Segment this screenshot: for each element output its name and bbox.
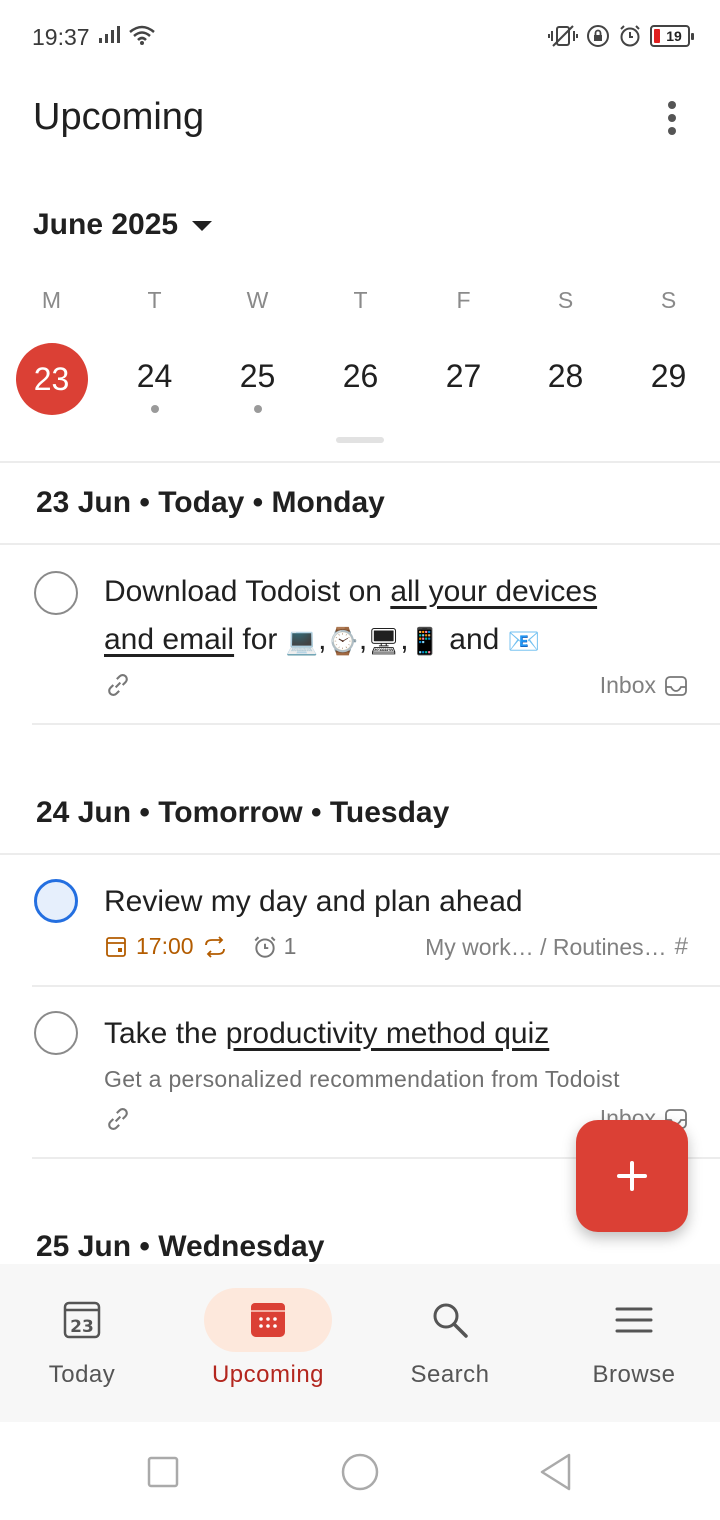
phone-icon: 📱	[408, 626, 441, 657]
task-title: Review my day and plan ahead	[104, 885, 523, 918]
rotation-lock-icon	[587, 25, 609, 47]
task-link[interactable]: productivity method quiz	[226, 1017, 550, 1050]
task-link[interactable]: all your devices	[390, 575, 597, 608]
project-tag: Inbox	[600, 672, 688, 699]
wifi-icon	[129, 25, 155, 45]
system-navigation-bar	[0, 1422, 720, 1520]
section-header-wednesday: 25 Jun • Wednesday	[36, 1230, 325, 1263]
day-saturday[interactable]: S 28	[514, 285, 617, 425]
nav-upcoming[interactable]: Upcoming	[178, 1264, 358, 1422]
task-indicator-dot	[253, 405, 262, 413]
add-task-button[interactable]	[576, 1120, 688, 1232]
task-description: Get a personalized recommendation from T…	[104, 1066, 620, 1092]
project-tag: My work… / Routines… #	[425, 933, 688, 960]
search-icon	[433, 1303, 468, 1338]
day-number-selected: 23	[15, 343, 88, 415]
day-tuesday[interactable]: T 24	[103, 285, 206, 425]
section-header-tomorrow: 24 Jun • Tomorrow • Tuesday	[36, 796, 450, 829]
laptop-icon: 💻	[285, 626, 319, 657]
upcoming-calendar-icon	[251, 1303, 285, 1337]
watch-icon: ⌚	[326, 626, 359, 657]
alarm-icon	[254, 936, 276, 958]
divider	[0, 461, 720, 463]
day-number: 24	[136, 357, 173, 394]
task-checkbox[interactable]	[34, 571, 78, 615]
bottom-navigation: 23 Today Upcoming Search Browse	[0, 1264, 720, 1422]
reminder-count: 1	[283, 933, 297, 959]
nav-search[interactable]: Search	[360, 1264, 540, 1422]
status-bar: 19:37 19	[0, 0, 720, 72]
nav-today[interactable]: 23 Today	[0, 1264, 172, 1422]
task-item[interactable]: Download Todoist on all your devices and …	[0, 545, 720, 723]
task-checkbox[interactable]	[34, 879, 78, 923]
alarm-icon	[620, 25, 640, 47]
day-wednesday[interactable]: W 25	[206, 285, 309, 425]
nav-label: Upcoming	[211, 1361, 325, 1388]
task-indicator-dot	[150, 405, 159, 413]
day-friday[interactable]: F 27	[412, 285, 515, 425]
menu-icon	[615, 1307, 653, 1333]
day-letter: T	[353, 287, 368, 313]
day-number: 25	[239, 357, 276, 394]
day-letter: F	[456, 287, 471, 313]
nav-label: Browse	[592, 1361, 676, 1388]
day-number: 27	[445, 357, 482, 394]
task-title: Download Todoist on all your devices and …	[104, 568, 684, 665]
task-item[interactable]: Review my day and plan ahead 17:00 1 My …	[0, 855, 720, 985]
due-info: 17:00 1	[104, 933, 296, 960]
due-time: 17:00	[136, 933, 194, 959]
signal-icon	[99, 26, 120, 43]
page-title: Upcoming	[33, 96, 205, 138]
today-calendar-icon: 23	[63, 1301, 101, 1339]
caret-down-icon	[192, 221, 213, 231]
link-icon	[108, 674, 128, 696]
link-icon	[108, 1108, 128, 1130]
week-strip: M 23 T 24 W 25 T 26 F 27 S 28 S 29	[0, 285, 720, 425]
more-dot-icon	[668, 101, 676, 109]
day-monday[interactable]: M 23	[0, 285, 103, 425]
inbox-icon	[665, 675, 687, 696]
today-icon-number: 23	[70, 1317, 94, 1337]
day-letter: M	[41, 287, 62, 313]
section-header-today: 23 Jun • Today • Monday	[36, 486, 385, 519]
more-dot-icon	[668, 114, 676, 122]
day-number: 26	[342, 357, 379, 394]
task-title: Take the productivity method quiz	[104, 1017, 550, 1050]
nav-label: Search	[410, 1361, 490, 1388]
day-letter: S	[557, 287, 574, 313]
divider	[32, 723, 720, 725]
email-icon: 📧	[507, 626, 541, 657]
day-number: 28	[547, 357, 584, 394]
task-link[interactable]: and email	[104, 623, 234, 656]
hashtag-icon: #	[674, 933, 688, 960]
day-letter: W	[246, 287, 269, 313]
vibrate-off-icon	[548, 25, 578, 47]
nav-browse[interactable]: Browse	[544, 1264, 720, 1422]
day-thursday[interactable]: T 26	[309, 285, 412, 425]
day-letter: S	[660, 287, 677, 313]
calendar-icon	[106, 936, 126, 957]
more-options-button[interactable]	[652, 98, 692, 138]
home-icon[interactable]	[340, 1452, 380, 1492]
task-checkbox[interactable]	[34, 1011, 78, 1055]
back-icon[interactable]	[538, 1452, 574, 1492]
status-time: 19:37	[32, 24, 90, 50]
day-number: 29	[650, 357, 687, 394]
day-letter: T	[147, 287, 162, 313]
reminder-info: 1	[252, 933, 297, 960]
recurring-icon	[204, 935, 225, 958]
month-label: June 2025	[33, 208, 179, 241]
month-selector[interactable]: June 2025	[33, 208, 213, 242]
calendar-drag-handle[interactable]	[336, 437, 384, 443]
recent-apps-icon[interactable]	[146, 1455, 180, 1489]
day-sunday[interactable]: S 29	[617, 285, 720, 425]
battery-icon: 19	[650, 25, 694, 47]
more-dot-icon	[668, 127, 676, 135]
nav-label: Today	[48, 1361, 116, 1388]
desktop-icon: 🖥	[367, 626, 401, 657]
